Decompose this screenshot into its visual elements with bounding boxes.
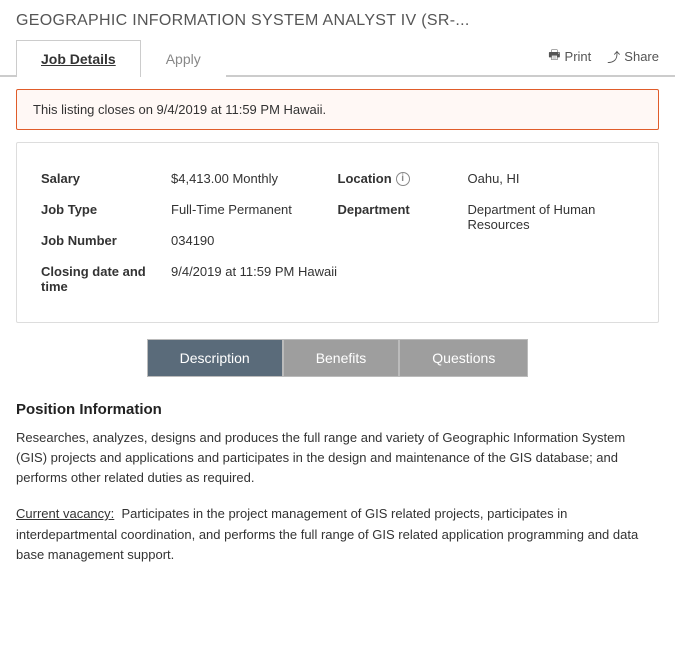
location-value: Oahu, HI: [468, 171, 635, 186]
job-number-value: 034190: [171, 233, 338, 248]
job-type-row: Job Type Full-Time Permanent: [41, 194, 338, 225]
print-button[interactable]: 🖶 Print: [548, 46, 591, 68]
job-number-row: Job Number 034190: [41, 225, 338, 256]
share-button[interactable]: ⤴ Share: [607, 47, 659, 66]
job-type-label: Job Type: [41, 202, 171, 217]
tab-apply[interactable]: Apply: [141, 40, 226, 77]
info-card: Salary $4,413.00 Monthly Job Type Full-T…: [16, 142, 659, 323]
page-title: GEOGRAPHIC INFORMATION SYSTEM ANALYST IV…: [0, 0, 675, 38]
tab-actions: 🖶 Print ⤴ Share: [548, 46, 659, 68]
description-tabs: Description Benefits Questions: [0, 339, 675, 377]
print-label: Print: [565, 49, 592, 64]
salary-value: $4,413.00 Monthly: [171, 171, 338, 186]
desc-tab-description[interactable]: Description: [147, 339, 283, 377]
location-row: Location i Oahu, HI: [338, 163, 635, 194]
printer-icon: 🖶: [548, 46, 560, 68]
info-grid: Salary $4,413.00 Monthly Job Type Full-T…: [41, 163, 634, 302]
position-info-title: Position Information: [16, 401, 659, 418]
job-number-label: Job Number: [41, 233, 171, 248]
vacancy-label: Current vacancy:: [16, 506, 114, 521]
department-label: Department: [338, 202, 468, 217]
vacancy-paragraph: Current vacancy: Participates in the pro…: [16, 504, 659, 564]
share-icon: ⤴: [607, 47, 620, 66]
position-info-body: Researches, analyzes, designs and produc…: [16, 428, 659, 488]
desc-tab-benefits[interactable]: Benefits: [283, 339, 400, 377]
closing-value: 9/4/2019 at 11:59 PM Hawaii: [171, 264, 338, 279]
salary-label: Salary: [41, 171, 171, 186]
tabs-bar: Job Details Apply 🖶 Print ⤴ Share: [0, 38, 675, 77]
department-value: Department of Human Resources: [468, 202, 635, 232]
location-info-icon[interactable]: i: [396, 172, 410, 186]
content-area: Position Information Researches, analyze…: [0, 397, 675, 585]
job-type-value: Full-Time Permanent: [171, 202, 338, 217]
left-info-column: Salary $4,413.00 Monthly Job Type Full-T…: [41, 163, 338, 302]
desc-tab-questions[interactable]: Questions: [399, 339, 528, 377]
location-label: Location i: [338, 171, 468, 186]
closing-row: Closing date and time 9/4/2019 at 11:59 …: [41, 256, 338, 302]
closing-label: Closing date and time: [41, 264, 171, 294]
right-info-column: Location i Oahu, HI Department Departmen…: [338, 163, 635, 302]
salary-row: Salary $4,413.00 Monthly: [41, 163, 338, 194]
department-row: Department Department of Human Resources: [338, 194, 635, 240]
share-label: Share: [624, 49, 659, 64]
tab-job-details[interactable]: Job Details: [16, 40, 141, 77]
notice-banner: This listing closes on 9/4/2019 at 11:59…: [16, 89, 659, 130]
